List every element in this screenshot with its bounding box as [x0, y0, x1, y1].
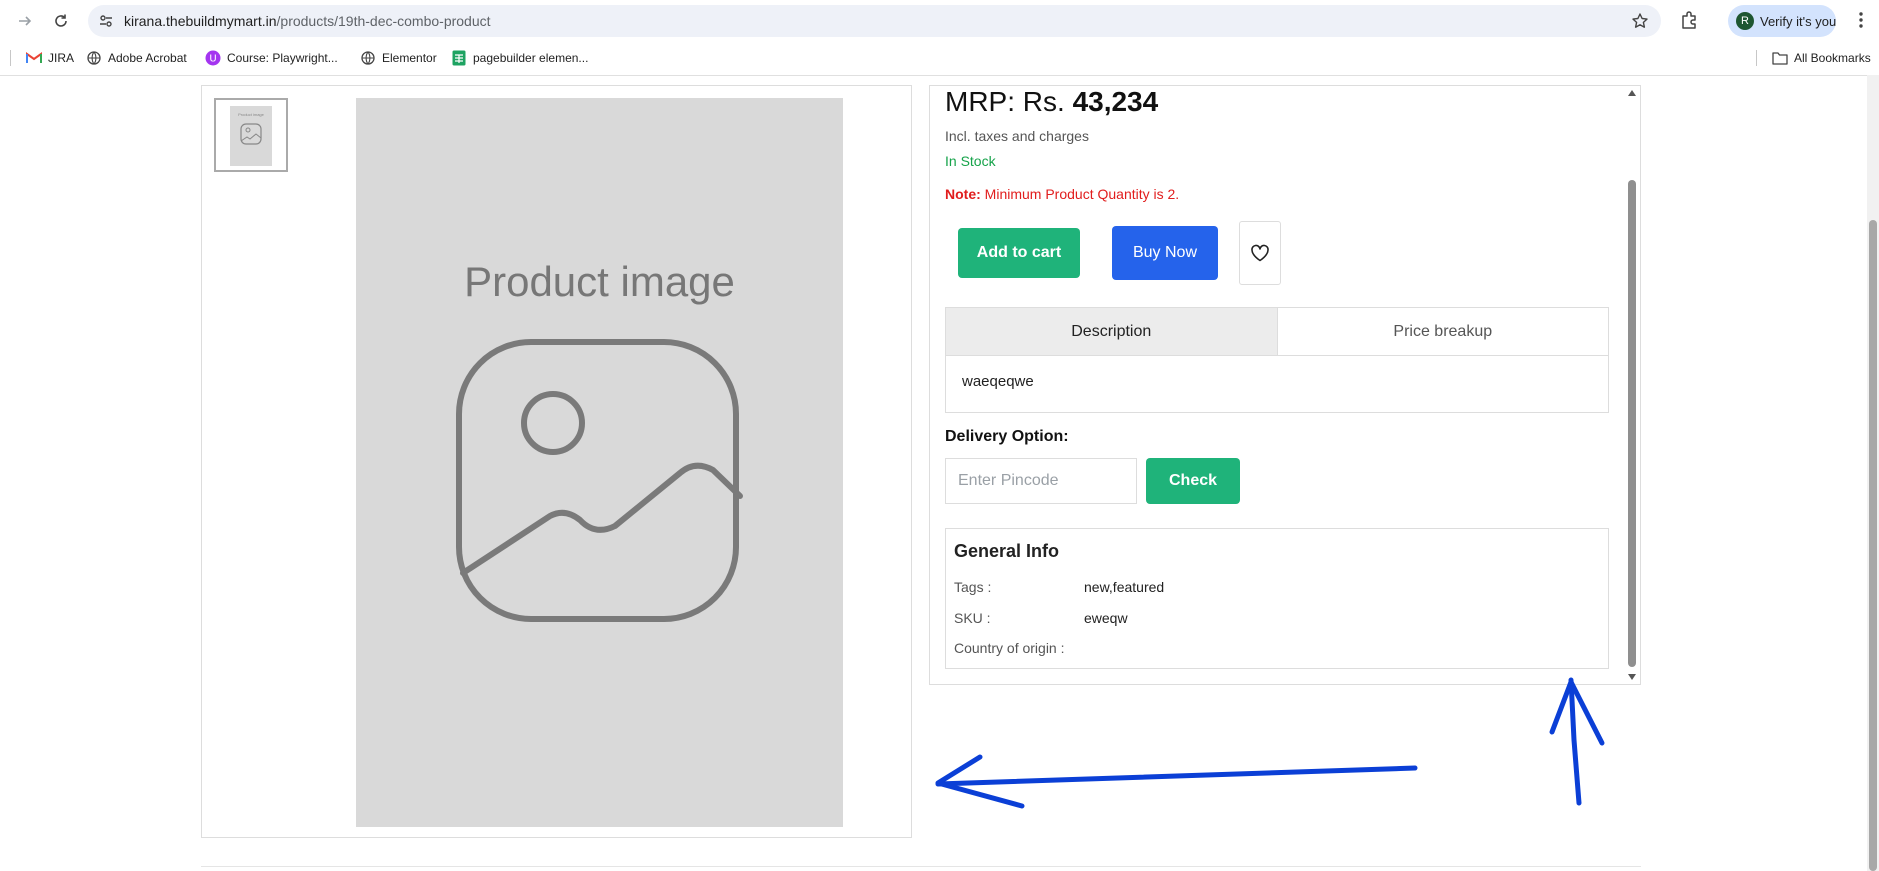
minimum-quantity-note: Note: Minimum Product Quantity is 2. [945, 186, 1179, 202]
delivery-option-title: Delivery Option: [945, 428, 1069, 445]
general-info-title: General Info [954, 541, 1060, 561]
profile-chip[interactable]: R Verify it's you [1728, 5, 1836, 37]
tab-description[interactable]: Description [946, 308, 1278, 355]
thumbnail-image: Product image [230, 106, 272, 166]
info-key: Country of origin : [954, 640, 1065, 656]
info-value: new,featured [1084, 579, 1165, 595]
bookmark-label: JIRA [48, 51, 75, 65]
panel-scrollbar[interactable] [1626, 88, 1638, 682]
profile-chip-label: Verify it's you [1760, 14, 1837, 29]
pincode-input[interactable] [945, 458, 1137, 504]
image-placeholder-icon [456, 339, 743, 622]
info-value: eweqw [1084, 610, 1128, 626]
footer-divider [201, 866, 1641, 867]
browser-menu-icon[interactable] [1851, 9, 1871, 31]
up-arrow-head [1549, 679, 1605, 746]
product-info-panel: MRP: Rs. 43,234 Incl. taxes and charges … [929, 85, 1641, 685]
bookmark-label: Course: Playwright... [227, 51, 338, 65]
scroll-up-arrow-icon[interactable] [1628, 90, 1636, 96]
all-bookmarks-button[interactable]: All Bookmarks [1772, 49, 1871, 67]
folder-icon [1772, 50, 1788, 66]
tax-note: Incl. taxes and charges [945, 128, 1089, 144]
price-value: 43,234 [1072, 86, 1159, 117]
check-pincode-button[interactable]: Check [1146, 458, 1240, 504]
up-arrow-shaft [1568, 677, 1582, 806]
product-price: MRP: Rs. 43,234 [945, 86, 1158, 118]
bookmark-adobe-acrobat[interactable]: Adobe Acrobat [86, 49, 187, 67]
general-info-box: General Info Tags : new,featured SKU : e… [945, 528, 1609, 669]
scroll-down-arrow-icon[interactable] [1628, 674, 1636, 680]
browser-toolbar: kirana.thebuildmymart.in/products/19th-d… [0, 0, 1879, 41]
panel-scrollbar-thumb[interactable] [1628, 180, 1636, 667]
add-to-cart-button[interactable]: Add to cart [958, 228, 1080, 278]
buy-now-button[interactable]: Buy Now [1112, 226, 1218, 280]
address-bar[interactable]: kirana.thebuildmymart.in/products/19th-d… [88, 5, 1661, 37]
bookmark-course-playwright[interactable]: U Course: Playwright... [205, 49, 338, 67]
note-label: Note: [945, 186, 981, 202]
tab-content: waeqeqwe [945, 355, 1609, 413]
gmail-icon [26, 50, 42, 66]
left-arrow-head [935, 754, 1025, 809]
wishlist-button[interactable] [1239, 221, 1281, 285]
url-text[interactable]: kirana.thebuildmymart.in/products/19th-d… [124, 13, 491, 29]
sheets-icon [451, 50, 467, 66]
bookmarks-divider [1756, 50, 1757, 66]
bookmark-label: pagebuilder elemen... [473, 51, 589, 65]
product-gallery: Product image Product image [201, 85, 912, 838]
url-path: /products/19th-dec-combo-product [276, 13, 491, 29]
course-icon: U [205, 50, 221, 66]
bookmark-star-icon[interactable] [1631, 12, 1649, 30]
bookmark-pagebuilder[interactable]: pagebuilder elemen... [451, 49, 588, 67]
product-thumbnail[interactable]: Product image [214, 98, 288, 172]
bookmark-jira[interactable]: JIRA [26, 49, 74, 67]
tab-price-breakup[interactable]: Price breakup [1277, 308, 1608, 355]
globe-icon [360, 50, 376, 66]
info-key: Tags : [954, 579, 992, 595]
reload-icon[interactable] [50, 10, 72, 32]
bookmark-label: Adobe Acrobat [108, 51, 187, 65]
stock-status: In Stock [945, 153, 996, 169]
product-tabs: Description Price breakup [945, 307, 1609, 356]
avatar: R [1736, 12, 1754, 30]
note-text: Minimum Product Quantity is 2. [984, 186, 1180, 202]
bookmark-elementor[interactable]: Elementor [360, 49, 437, 67]
site-info-icon[interactable] [98, 13, 114, 29]
main-product-image[interactable]: Product image [356, 98, 843, 827]
product-image-placeholder-text: Product image [464, 258, 735, 305]
info-key: SKU : [954, 610, 991, 626]
price-prefix: MRP: Rs. [945, 86, 1065, 117]
extensions-puzzle-icon[interactable] [1678, 9, 1700, 31]
forward-arrow-icon[interactable] [14, 10, 36, 32]
globe-icon [86, 50, 102, 66]
thumbnail-image-label: Product image [238, 112, 265, 117]
description-text: waeqeqwe [962, 373, 1034, 390]
left-arrow-shaft [935, 765, 1418, 787]
svg-text:U: U [209, 54, 216, 65]
all-bookmarks-label: All Bookmarks [1794, 51, 1871, 65]
heart-icon [1251, 244, 1269, 262]
bookmark-label: Elementor [382, 51, 437, 65]
bookmarks-bar: JIRA Adobe Acrobat U Course: Playwright.… [0, 41, 1879, 76]
page-scrollbar-thumb[interactable] [1869, 220, 1877, 871]
bookmarks-divider [10, 50, 11, 66]
page-scrollbar[interactable] [1867, 75, 1879, 871]
url-host: kirana.thebuildmymart.in [124, 13, 277, 29]
